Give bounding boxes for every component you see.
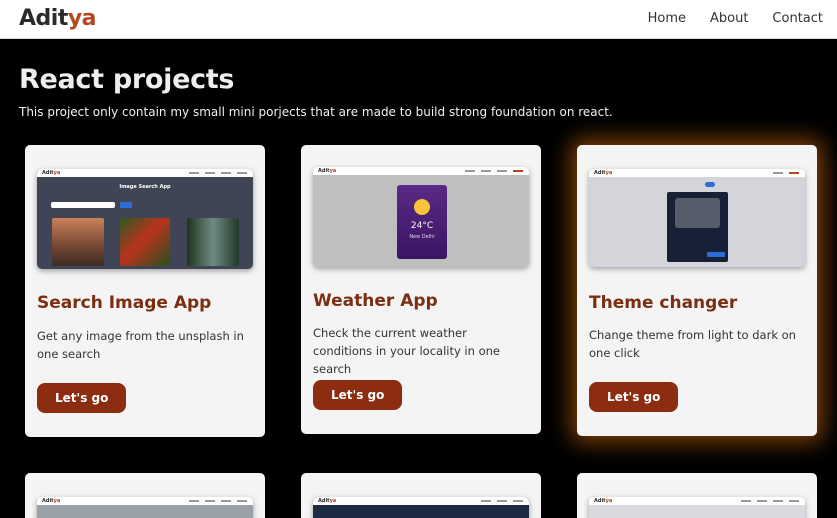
brand-logo[interactable]: Aditya <box>19 6 97 31</box>
preview-nav-links <box>741 500 799 502</box>
preview-logo: Aditya <box>594 170 613 176</box>
project-card-weather: Aditya 24°C New Delhi Weather App Check … <box>301 145 541 434</box>
preview-photo-parrot <box>120 218 170 266</box>
lets-go-button[interactable]: Let's go <box>313 380 403 410</box>
project-card-search-image: Aditya Image Search App Search Image App… <box>25 145 265 437</box>
preview-navbar: Aditya <box>589 169 805 177</box>
card-description: Check the current weather conditions in … <box>313 326 500 376</box>
card-description: Change theme from light to dark on one c… <box>589 328 796 360</box>
project-preview-image: Aditya 24°C New Delhi <box>313 167 529 267</box>
preview-theme-toggle <box>705 182 715 187</box>
preview-logo: Aditya <box>594 498 613 504</box>
preview-search-button <box>120 202 132 208</box>
card-title: Search Image App <box>37 293 212 313</box>
preview-temperature: 24°C <box>410 221 434 231</box>
nav-link-home[interactable]: Home <box>648 11 686 26</box>
preview-nav-links <box>189 172 247 174</box>
preview-nav-links <box>773 172 799 174</box>
preview-heading: Image Search App <box>119 184 171 190</box>
brand-text-part2: ya <box>67 6 97 31</box>
project-card-row2-1: Aditya <box>25 473 265 518</box>
preview-logo: Aditya <box>318 168 337 174</box>
preview-navbar: Aditya <box>589 497 805 505</box>
project-preview-image: Aditya <box>37 497 253 518</box>
preview-watch-image <box>675 198 720 228</box>
preview-photo-sunset <box>52 218 104 266</box>
preview-nav-links <box>189 500 247 502</box>
nav-links: Home About Contact <box>648 11 823 26</box>
preview-navbar: Aditya <box>37 497 253 505</box>
project-card-row2-3: Aditya <box>577 473 817 518</box>
preview-logo: Aditya <box>318 498 337 504</box>
lets-go-button[interactable]: Let's go <box>37 383 127 413</box>
preview-product-card <box>667 192 728 262</box>
card-title: Theme changer <box>589 293 738 313</box>
nav-link-about[interactable]: About <box>710 11 748 26</box>
navbar: Aditya Home About Contact <box>0 0 837 39</box>
preview-navbar: Aditya <box>37 169 253 177</box>
preview-nav-links <box>465 170 523 172</box>
preview-photo-waterfall <box>187 218 239 266</box>
preview-navbar: Aditya <box>313 497 529 505</box>
sun-icon <box>414 199 430 215</box>
brand-text-part1: Adit <box>19 6 68 31</box>
project-card-row2-2: Aditya <box>301 473 541 518</box>
project-preview-image: Aditya Image Search App <box>37 169 253 269</box>
preview-navbar: Aditya <box>313 167 529 175</box>
preview-city: New Delhi <box>409 234 435 240</box>
preview-search-input <box>51 202 115 208</box>
preview-logo: Aditya <box>42 170 61 176</box>
nav-link-contact[interactable]: Contact <box>772 11 823 26</box>
page-subtitle: This project only contain my small mini … <box>19 105 613 119</box>
card-description: Get any image from the unsplash in one s… <box>37 329 244 361</box>
project-preview-image: Aditya <box>589 497 805 518</box>
preview-nav-links <box>481 500 523 502</box>
page-title: React projects <box>19 64 235 95</box>
project-card-theme-changer: Aditya Theme changer Change theme from l… <box>577 145 817 436</box>
card-title: Weather App <box>313 291 438 311</box>
lets-go-button[interactable]: Let's go <box>589 382 679 412</box>
project-preview-image: Aditya <box>589 169 805 267</box>
preview-cart-button <box>707 252 725 257</box>
preview-weather-card: 24°C New Delhi <box>397 185 447 259</box>
preview-logo: Aditya <box>42 498 61 504</box>
project-preview-image: Aditya <box>313 497 529 518</box>
